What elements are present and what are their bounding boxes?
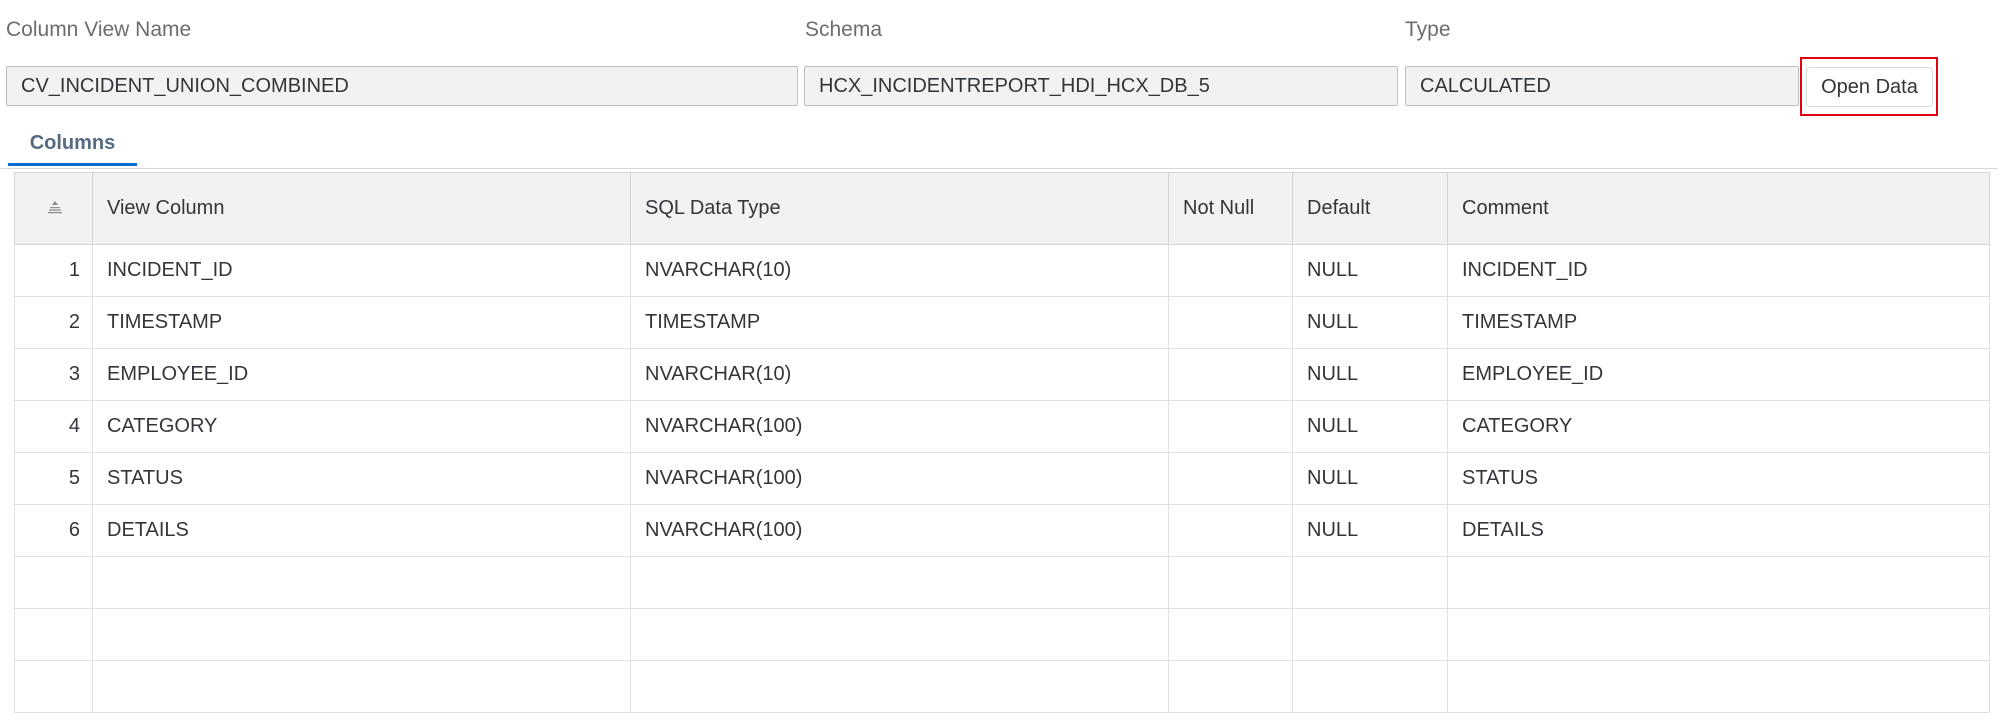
cell-view-column: INCIDENT_ID xyxy=(92,244,631,297)
empty-table-row xyxy=(14,660,1990,713)
cell-not-null xyxy=(1168,504,1293,557)
empty-cell xyxy=(14,660,93,713)
column-header-view-column[interactable]: View Column xyxy=(92,172,631,245)
column-header-comment[interactable]: Comment xyxy=(1447,172,1990,245)
tab-columns-label: Columns xyxy=(29,132,116,154)
cell-not-null xyxy=(1168,452,1293,505)
cell-comment: DETAILS xyxy=(1447,504,1990,557)
empty-cell xyxy=(1292,556,1448,609)
table-row[interactable]: 2 TIMESTAMP TIMESTAMP NULL TIMESTAMP xyxy=(14,296,1990,349)
empty-cell xyxy=(1447,660,1990,713)
column-header-default[interactable]: Default xyxy=(1292,172,1448,245)
table-row[interactable]: 5 STATUS NVARCHAR(100) NULL STATUS xyxy=(14,452,1990,505)
open-data-button[interactable]: Open Data xyxy=(1806,67,1933,107)
type-label: Type xyxy=(1405,18,1451,41)
cell-sql-data-type: NVARCHAR(100) xyxy=(630,452,1169,505)
cell-sql-data-type: TIMESTAMP xyxy=(630,296,1169,349)
row-number: 3 xyxy=(14,348,93,401)
schema-field[interactable]: HCX_INCIDENTREPORT_HDI_HCX_DB_5 xyxy=(804,66,1398,106)
empty-cell xyxy=(92,660,631,713)
empty-cell xyxy=(630,556,1169,609)
tab-bar: Columns xyxy=(0,120,1998,169)
type-field[interactable]: CALCULATED xyxy=(1405,66,1799,106)
cell-not-null xyxy=(1168,348,1293,401)
table-header-row: View Column SQL Data Type Not Null Defau… xyxy=(14,172,1990,245)
cell-sql-data-type: NVARCHAR(10) xyxy=(630,348,1169,401)
empty-cell xyxy=(630,660,1169,713)
cell-view-column: EMPLOYEE_ID xyxy=(92,348,631,401)
cell-comment: INCIDENT_ID xyxy=(1447,244,1990,297)
cell-default: NULL xyxy=(1292,400,1448,453)
columns-table-container: View Column SQL Data Type Not Null Defau… xyxy=(14,172,1990,713)
empty-cell xyxy=(1447,556,1990,609)
empty-cell xyxy=(92,556,631,609)
schema-label: Schema xyxy=(805,18,883,41)
cell-view-column: CATEGORY xyxy=(92,400,631,453)
cell-not-null xyxy=(1168,400,1293,453)
table-row[interactable]: 3 EMPLOYEE_ID NVARCHAR(10) NULL EMPLOYEE… xyxy=(14,348,1990,401)
empty-cell xyxy=(1168,660,1293,713)
cell-sql-data-type: NVARCHAR(100) xyxy=(630,504,1169,557)
row-number: 6 xyxy=(14,504,93,557)
cell-comment: EMPLOYEE_ID xyxy=(1447,348,1990,401)
cell-not-null xyxy=(1168,244,1293,297)
cell-comment: STATUS xyxy=(1447,452,1990,505)
cell-comment: TIMESTAMP xyxy=(1447,296,1990,349)
columns-table: View Column SQL Data Type Not Null Defau… xyxy=(14,172,1990,713)
empty-cell xyxy=(1292,608,1448,661)
cell-default: NULL xyxy=(1292,244,1448,297)
column-view-name-field[interactable]: CV_INCIDENT_UNION_COMBINED xyxy=(6,66,798,106)
cell-default: NULL xyxy=(1292,452,1448,505)
cell-not-null xyxy=(1168,296,1293,349)
cell-sql-data-type: NVARCHAR(100) xyxy=(630,400,1169,453)
cell-sql-data-type: NVARCHAR(10) xyxy=(630,244,1169,297)
cell-default: NULL xyxy=(1292,504,1448,557)
empty-cell xyxy=(630,608,1169,661)
row-number-header[interactable] xyxy=(14,172,93,245)
column-header-sql-data-type[interactable]: SQL Data Type xyxy=(630,172,1169,245)
table-row[interactable]: 6 DETAILS NVARCHAR(100) NULL DETAILS xyxy=(14,504,1990,557)
cell-default: NULL xyxy=(1292,296,1448,349)
empty-cell xyxy=(1168,556,1293,609)
row-number: 5 xyxy=(14,452,93,505)
column-view-name-label: Column View Name xyxy=(6,18,192,41)
cell-comment: CATEGORY xyxy=(1447,400,1990,453)
empty-cell xyxy=(14,608,93,661)
empty-cell xyxy=(92,608,631,661)
empty-table-row xyxy=(14,608,1990,661)
sort-icon[interactable] xyxy=(47,197,63,220)
cell-default: NULL xyxy=(1292,348,1448,401)
cell-view-column: DETAILS xyxy=(92,504,631,557)
cell-view-column: STATUS xyxy=(92,452,631,505)
tab-columns[interactable]: Columns xyxy=(8,120,137,166)
empty-cell xyxy=(14,556,93,609)
empty-cell xyxy=(1168,608,1293,661)
cell-view-column: TIMESTAMP xyxy=(92,296,631,349)
column-header-not-null[interactable]: Not Null xyxy=(1168,172,1293,245)
empty-table-row xyxy=(14,556,1990,609)
table-row[interactable]: 1 INCIDENT_ID NVARCHAR(10) NULL INCIDENT… xyxy=(14,244,1990,297)
empty-cell xyxy=(1292,660,1448,713)
row-number: 4 xyxy=(14,400,93,453)
row-number: 1 xyxy=(14,244,93,297)
table-row[interactable]: 4 CATEGORY NVARCHAR(100) NULL CATEGORY xyxy=(14,400,1990,453)
row-number: 2 xyxy=(14,296,93,349)
empty-cell xyxy=(1447,608,1990,661)
